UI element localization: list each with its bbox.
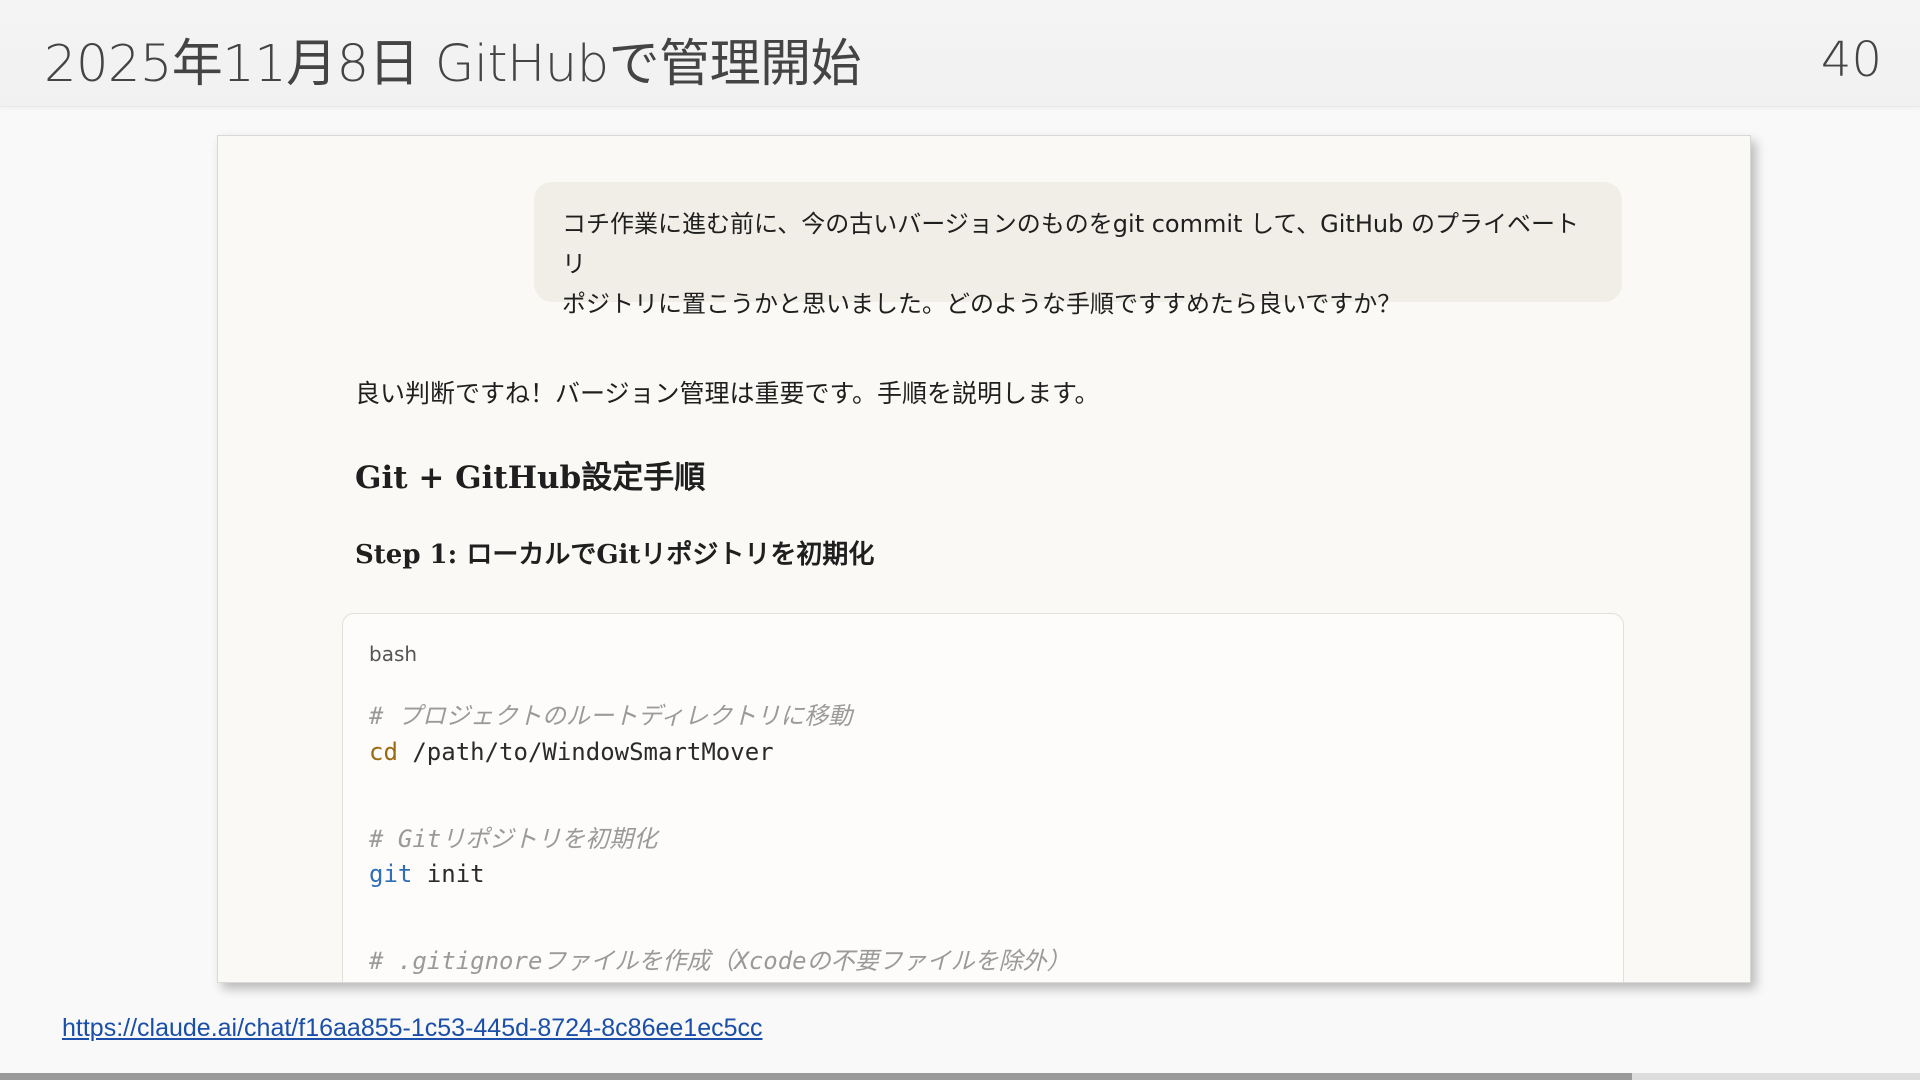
slide: 2025年11月8日 GitHubで管理開始 40 コチ作業に進む前に、今の古い… [0, 0, 1920, 1080]
code-comment: # .gitignoreファイルを作成（Xcodeの不要ファイルを除外） [369, 947, 1071, 975]
user-message-bubble: コチ作業に進む前に、今の古いバージョンのものをgit commit して、Git… [534, 182, 1622, 318]
slide-title: 2025年11月8日 GitHubで管理開始 [44, 35, 862, 94]
user-message-line: コチ作業に進む前に、今の古いバージョンのものをgit commit して、Git… [562, 210, 1579, 278]
step-text: ローカルでGitリポジトリを初期化 [466, 540, 875, 570]
code-comment: # プロジェクトのルートディレクトリに移動 [369, 702, 853, 730]
chat-screenshot: コチ作業に進む前に、今の古いバージョンのものをgit commit して、Git… [217, 135, 1751, 983]
code-args: /path/to/WindowSmartMover [397, 738, 774, 766]
source-link[interactable]: https://claude.ai/chat/f16aa855-1c53-445… [62, 1014, 763, 1043]
slide-header: 2025年11月8日 GitHubで管理開始 40 [0, 0, 1920, 107]
slide-progress-fill [0, 1073, 1632, 1080]
assistant-heading: Git + GitHub設定手順 [355, 460, 706, 496]
code-language-label: bash [369, 642, 418, 666]
step-heading: Step 1: ローカルでGitリポジトリを初期化 [355, 534, 874, 571]
code-args: init [412, 860, 485, 888]
page-number: 40 [1820, 32, 1882, 88]
assistant-intro: 良い判断ですね！バージョン管理は重要です。手順を説明します。 [355, 379, 1100, 408]
code-block[interactable]: bash # プロジェクトのルートディレクトリに移動 cd /path/to/W… [342, 613, 1624, 982]
code-keyword: git [369, 860, 413, 888]
user-message-line: ポジトリに置こうかと思いました。どのような手順ですすめたら良いですか？ [562, 290, 1402, 318]
slide-progress-bar [0, 1073, 1920, 1080]
step-label: Step 1: [355, 540, 458, 570]
code-keyword: cd [369, 738, 398, 766]
code-comment: # Gitリポジトリを初期化 [369, 825, 658, 853]
code-line: cd /path/to/WindowSmartMover [369, 738, 774, 766]
code-line: git init [369, 860, 485, 888]
